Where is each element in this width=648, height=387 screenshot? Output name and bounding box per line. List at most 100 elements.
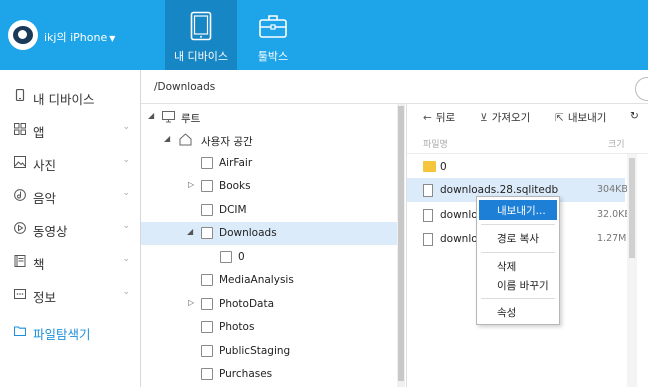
sidebar-item-info[interactable]: 정보 ⌄ [0,282,140,308]
tree-node-purchases[interactable]: Purchases [141,363,399,386]
context-menu: 내보내기... 경로 복사 삭제 이름 바꾸기 속성 [476,196,560,325]
collapse-arrow-icon[interactable]: ◢ [164,134,170,143]
chevron-down-icon: ⌄ [122,221,130,231]
tree-node-photos[interactable]: Photos [141,316,399,339]
menu-item-copy-path[interactable]: 경로 복사 [479,228,557,248]
column-header-size[interactable]: 크기 [608,137,625,150]
tree-scrollbar-thumb[interactable] [398,106,404,381]
menu-item-delete[interactable]: 삭제 [479,256,557,276]
export-icon: ⇱ [555,112,564,124]
collapse-arrow-icon[interactable]: ◢ [187,227,193,236]
export-button-label: 내보내기 [567,112,607,124]
tree-node-label: AirFair [219,157,253,169]
chevron-down-icon: ⌄ [122,155,130,165]
import-button-label: 가져오기 [491,112,531,124]
tree-node-user-space[interactable]: ◢ 사용자 공간 [141,129,399,152]
menu-divider [481,252,555,253]
tab-my-device-label: 내 디바이스 [173,50,229,63]
tablet-icon [190,11,212,41]
tree-scrollbar[interactable] [397,104,405,387]
import-button[interactable]: ⊻ 가져오기 [480,110,530,125]
menu-item-rename[interactable]: 이름 바꾸기 [479,275,557,295]
arrow-left-icon: ← [423,112,432,124]
device-name-label: ikj의 iPhone [44,31,108,44]
refresh-circle-button[interactable] [635,77,648,101]
expand-arrow-icon[interactable]: ▷ [188,298,194,307]
tree-node-label: Purchases [219,368,273,380]
export-button[interactable]: ⇱ 내보내기 [555,110,606,125]
file-row[interactable]: 0 [407,155,625,179]
folder-icon [201,157,213,169]
tree-node-label: Downloads [219,227,277,239]
sidebar-item-books[interactable]: 책 ⌄ [0,249,140,275]
sidebar: 내 디바이스 앱 ⌄ 사진 ⌄ 음악 ⌄ 동영상 ⌄ 책 ⌄ 정보 ⌄ 파일탐색… [0,70,141,387]
tree-node-mediaanalysis[interactable]: MediaAnalysis [141,269,399,292]
top-bar: ikj의 iPhone ▼ 내 디바이스 툴박스 [0,0,648,70]
menu-item-label: 내보내기... [497,205,546,217]
tree-node-label: PhotoData [219,298,275,310]
file-name: 0 [440,161,447,173]
file-name: downloads.28.sqlitedb [440,184,559,196]
folder-icon [201,180,213,192]
menu-item-export[interactable]: 내보내기... [479,200,557,220]
music-icon [14,189,26,201]
file-list-scrollbar-thumb[interactable] [629,158,635,258]
tree-node-label: 루트 [181,113,201,125]
current-path: /Downloads [154,81,216,93]
menu-item-properties[interactable]: 속성 [479,302,557,322]
folder-icon [201,321,213,333]
tree-node-downloads-0[interactable]: 0 [141,246,399,269]
tree-node-root[interactable]: ◢ 루트 [141,106,399,129]
sidebar-item-file-explorer[interactable]: 파일탐색기 [0,319,140,345]
tree-node-downloads[interactable]: ◢ Downloads [141,222,399,245]
sidebar-item-label: 사진 [33,158,57,173]
tree-node-airfair[interactable]: AirFair [141,152,399,175]
sidebar-item-videos[interactable]: 동영상 ⌄ [0,216,140,242]
path-bar: /Downloads [141,70,648,104]
folder-tree: ◢ 루트 ◢ 사용자 공간 AirFair ▷ Books DCIM ◢ Dow… [141,104,403,387]
tree-node-label: Photos [219,321,255,333]
collapse-arrow-icon[interactable]: ◢ [148,111,154,120]
caret-down-icon: ▼ [109,34,116,43]
file-toolbar: ← 뒤로 ⊻ 가져오기 ⇱ 내보내기 ↻ [407,104,648,130]
back-button-label: 뒤로 [435,112,456,124]
menu-divider [481,224,555,225]
device-selector[interactable]: ikj의 iPhone ▼ [44,29,115,45]
tab-my-device[interactable]: 내 디바이스 [165,0,237,70]
tab-toolbox[interactable]: 툴박스 [237,0,309,70]
photo-icon [14,156,26,168]
folder-icon [201,368,213,380]
phone-icon [15,89,25,101]
column-header-name[interactable]: 파일명 [423,137,448,150]
sidebar-item-label: 동영상 [33,224,68,239]
refresh-icon[interactable]: ↻ [630,110,639,122]
toolbox-icon [259,15,287,38]
chevron-down-icon: ⌄ [122,122,130,132]
sidebar-item-apps[interactable]: 앱 ⌄ [0,117,140,143]
tree-node-label: 0 [238,251,245,263]
sidebar-item-photos[interactable]: 사진 ⌄ [0,150,140,176]
expand-arrow-icon[interactable]: ▷ [188,180,194,189]
tree-node-publicstaging[interactable]: PublicStaging [141,340,399,363]
tree-node-label: 사용자 공간 [201,136,253,148]
sidebar-item-label: 파일탐색기 [33,327,91,342]
tree-node-label: DCIM [219,204,247,216]
sidebar-item-music[interactable]: 음악 ⌄ [0,183,140,209]
tree-node-dcim[interactable]: DCIM [141,199,399,222]
apps-grid-icon [14,123,26,135]
folder-icon [201,227,213,239]
folder-icon [201,204,213,216]
sidebar-item-label: 앱 [33,125,45,140]
tree-node-photodata[interactable]: ▷ PhotoData [141,293,399,316]
chevron-down-icon: ⌄ [122,188,130,198]
file-icon [423,209,433,222]
sidebar-item-my-device[interactable]: 내 디바이스 [0,84,140,110]
tab-toolbox-label: 툴박스 [257,50,289,63]
file-size: 304KB [597,184,628,195]
file-list-scrollbar[interactable] [627,154,637,387]
tree-node-books[interactable]: ▷ Books [141,175,399,198]
folder-icon [220,251,232,263]
folder-icon [201,298,213,310]
import-icon: ⊻ [480,112,488,124]
back-button[interactable]: ← 뒤로 [423,110,455,125]
